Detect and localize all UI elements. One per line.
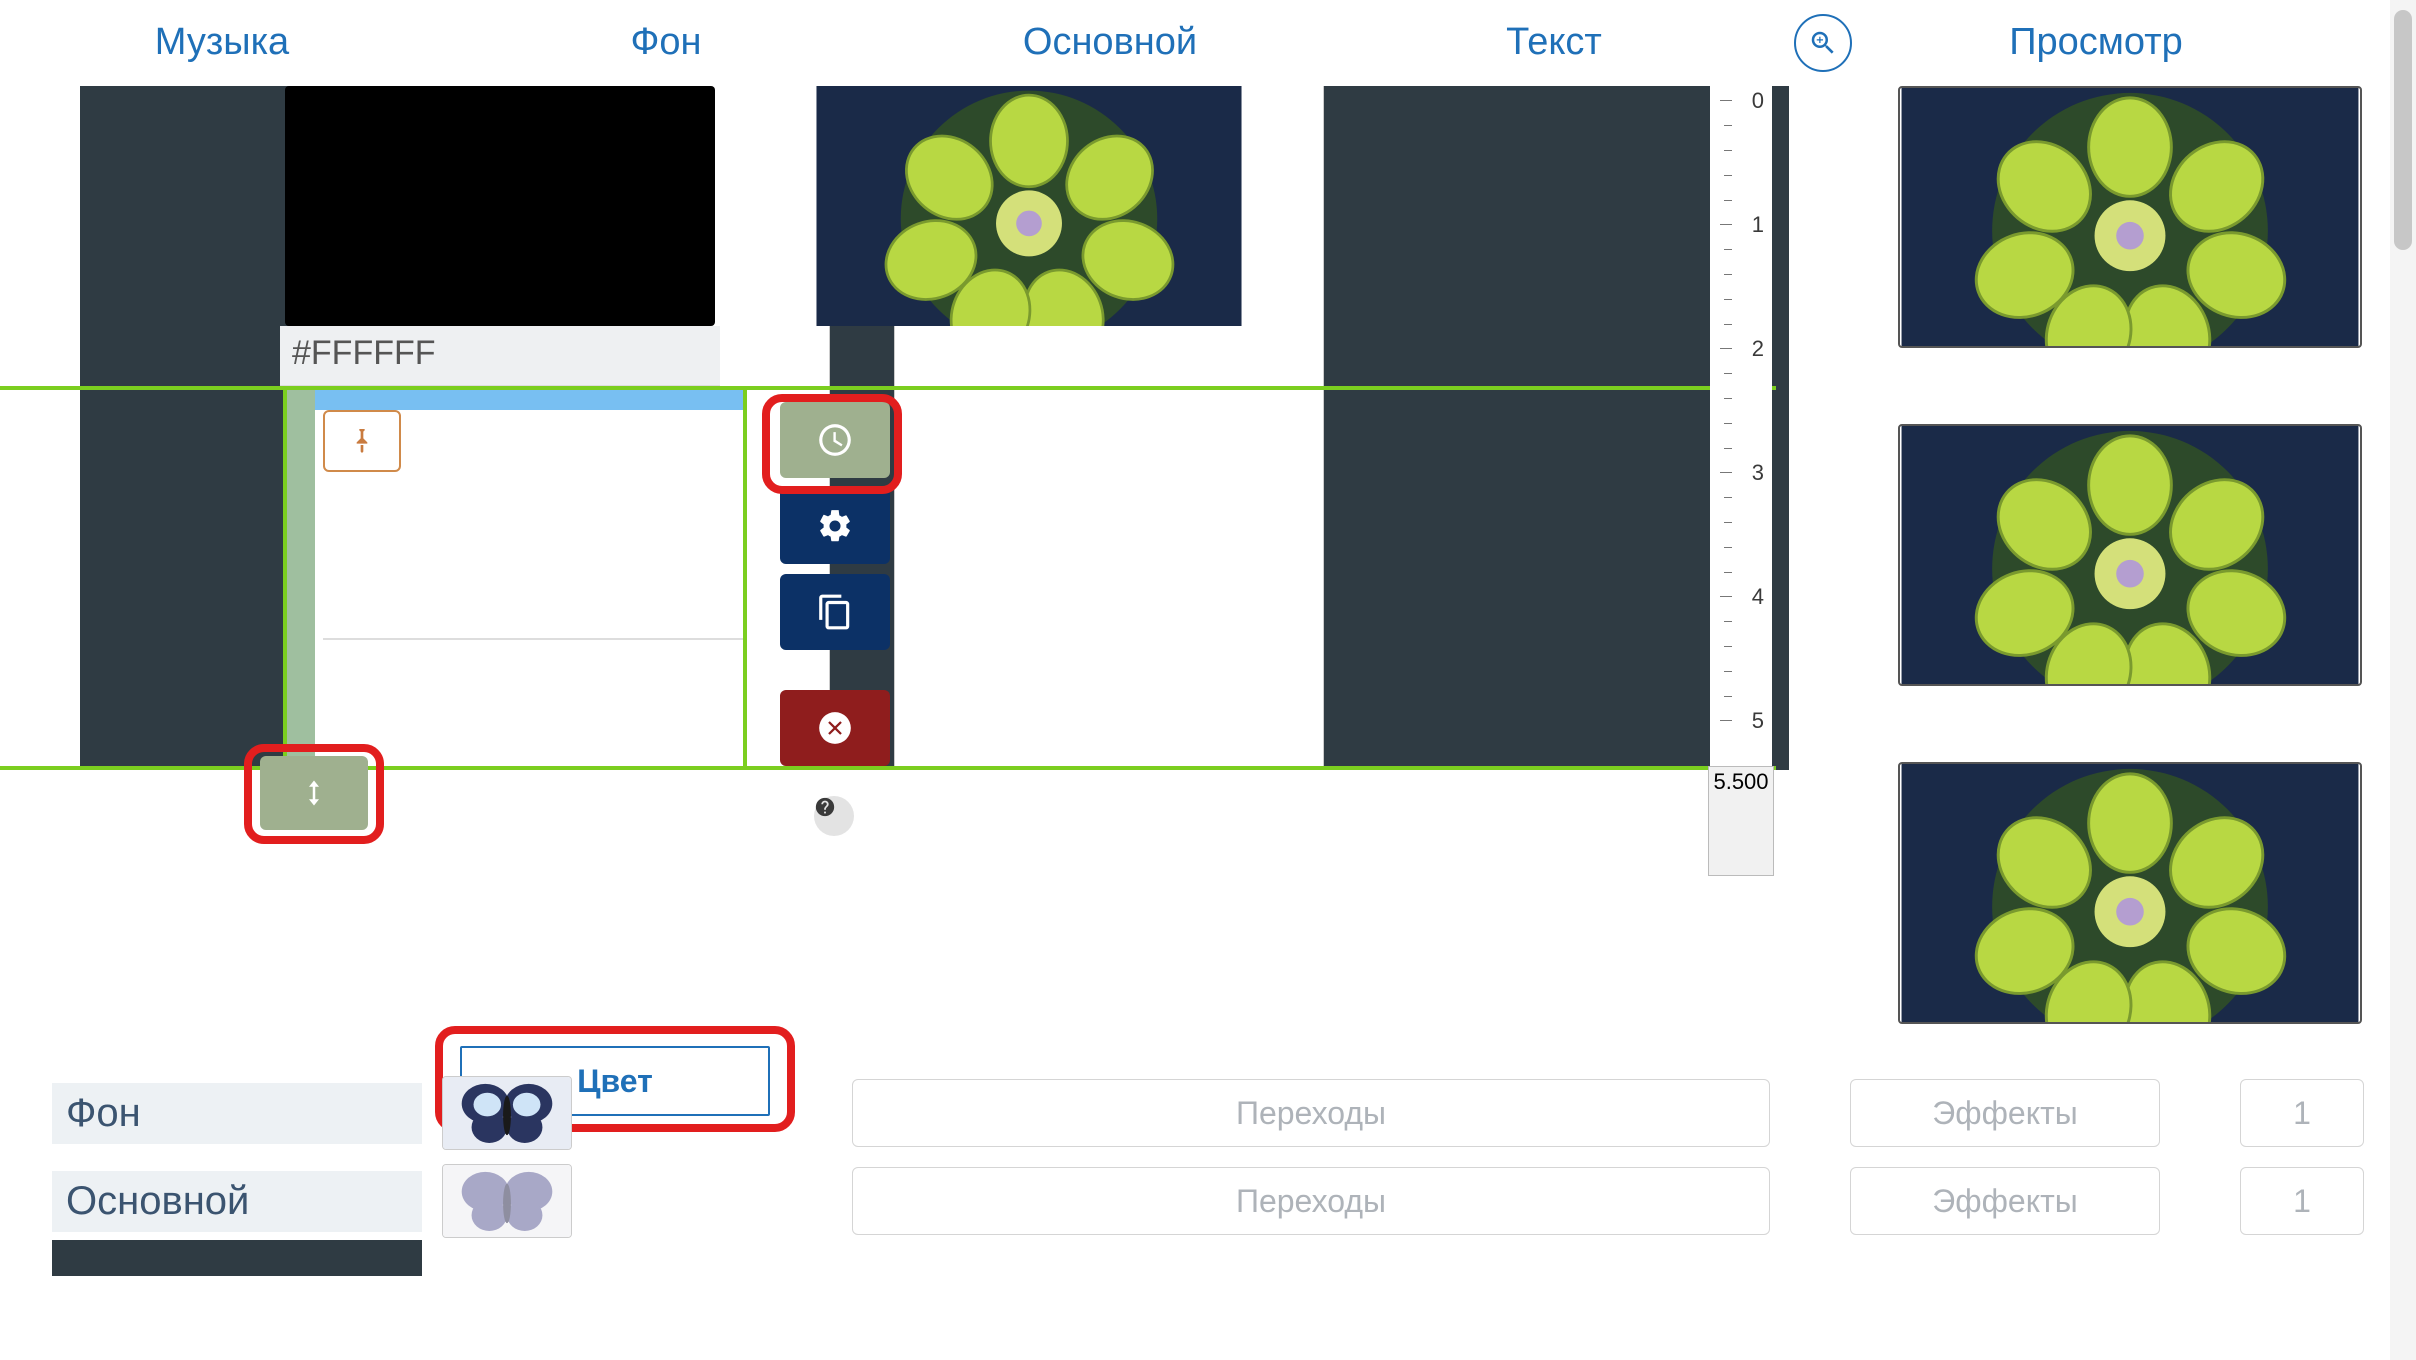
background-clip[interactable] bbox=[283, 386, 747, 770]
tab-preview[interactable]: Просмотр bbox=[1776, 0, 2416, 85]
tab-music[interactable]: Музыка bbox=[0, 0, 444, 85]
tick-4: 4 bbox=[1710, 584, 1772, 610]
settings-button[interactable] bbox=[780, 488, 890, 564]
zoom-in-icon[interactable] bbox=[1794, 14, 1852, 72]
clip-left-handle[interactable] bbox=[287, 390, 315, 766]
background-hex-input[interactable]: #FFFFFF bbox=[280, 326, 720, 386]
effects-button-background[interactable]: Эффекты bbox=[1850, 1079, 2160, 1147]
tab-text-label: Текст bbox=[1506, 21, 1602, 64]
tab-background-label: Фон bbox=[630, 21, 701, 64]
time-ruler: 0 1 2 3 4 5 5.500 bbox=[1710, 86, 1772, 876]
callout-drag bbox=[244, 744, 384, 844]
copy-icon bbox=[816, 593, 854, 631]
tab-main-label: Основной bbox=[1023, 21, 1197, 64]
flower-image bbox=[814, 86, 1244, 326]
preview-thumbnail-1[interactable] bbox=[1898, 86, 2362, 348]
top-tabs: Музыка Фон Основной Текст Просмотр bbox=[0, 0, 2416, 86]
layer-row-main: Основной Переходы Эффекты 1 bbox=[52, 1164, 2364, 1238]
help-icon bbox=[814, 796, 836, 818]
transitions-button-background[interactable]: Переходы bbox=[852, 1079, 1770, 1147]
effects-button-main[interactable]: Эффекты bbox=[1850, 1167, 2160, 1235]
tick-3: 3 bbox=[1710, 460, 1772, 486]
effects-count-background[interactable]: 1 bbox=[2240, 1079, 2364, 1147]
tab-main[interactable]: Основной bbox=[888, 0, 1332, 85]
delete-button[interactable] bbox=[780, 690, 890, 766]
effects-count-main[interactable]: 1 bbox=[2240, 1167, 2364, 1235]
tab-preview-label: Просмотр bbox=[2009, 21, 2183, 64]
background-hex-value: #FFFFFF bbox=[292, 334, 436, 372]
selection-line-top bbox=[0, 386, 1776, 390]
tick-1: 1 bbox=[1710, 212, 1772, 238]
layer-name-background[interactable]: Фон bbox=[52, 1083, 422, 1144]
ruler-end-value: 5.500 bbox=[1708, 766, 1774, 876]
copy-button[interactable] bbox=[780, 574, 890, 650]
tick-2: 2 bbox=[1710, 336, 1772, 362]
pin-icon bbox=[346, 425, 378, 457]
butterfly-faded-icon bbox=[443, 1165, 571, 1238]
background-color-swatch[interactable] bbox=[285, 86, 715, 326]
tab-music-label: Музыка bbox=[155, 21, 289, 64]
layer-row-collapsed[interactable] bbox=[52, 1240, 422, 1276]
tab-background[interactable]: Фон bbox=[444, 0, 888, 85]
preview-thumbnail-3[interactable] bbox=[1898, 762, 2362, 1024]
preview-column bbox=[1776, 86, 2416, 1100]
preview-thumbnail-2[interactable] bbox=[1898, 424, 2362, 686]
timeline-area: #FFFFFF bbox=[0, 86, 1776, 1100]
clip-divider bbox=[323, 638, 743, 640]
main-clip-thumbnail[interactable] bbox=[814, 86, 1244, 326]
tab-text[interactable]: Текст bbox=[1332, 0, 1776, 85]
callout-duration bbox=[762, 394, 902, 494]
gear-icon bbox=[816, 507, 854, 545]
layer-row-background: Фон Переходы Эффекты 1 bbox=[52, 1076, 2364, 1150]
butterfly-icon bbox=[443, 1077, 571, 1150]
delete-icon bbox=[816, 709, 854, 747]
layers-panel: Фон Переходы Эффекты 1 Основной Переходы… bbox=[52, 1076, 2364, 1252]
layer-thumb-background[interactable] bbox=[442, 1076, 572, 1150]
help-button[interactable] bbox=[814, 796, 854, 836]
layer-thumb-main[interactable] bbox=[442, 1164, 572, 1238]
pin-button[interactable] bbox=[323, 410, 401, 472]
clip-header-bar bbox=[287, 390, 743, 410]
tick-0: 0 bbox=[1710, 88, 1772, 114]
transitions-button-main[interactable]: Переходы bbox=[852, 1167, 1770, 1235]
tick-5: 5 bbox=[1710, 708, 1772, 734]
layer-name-main[interactable]: Основной bbox=[52, 1171, 422, 1232]
